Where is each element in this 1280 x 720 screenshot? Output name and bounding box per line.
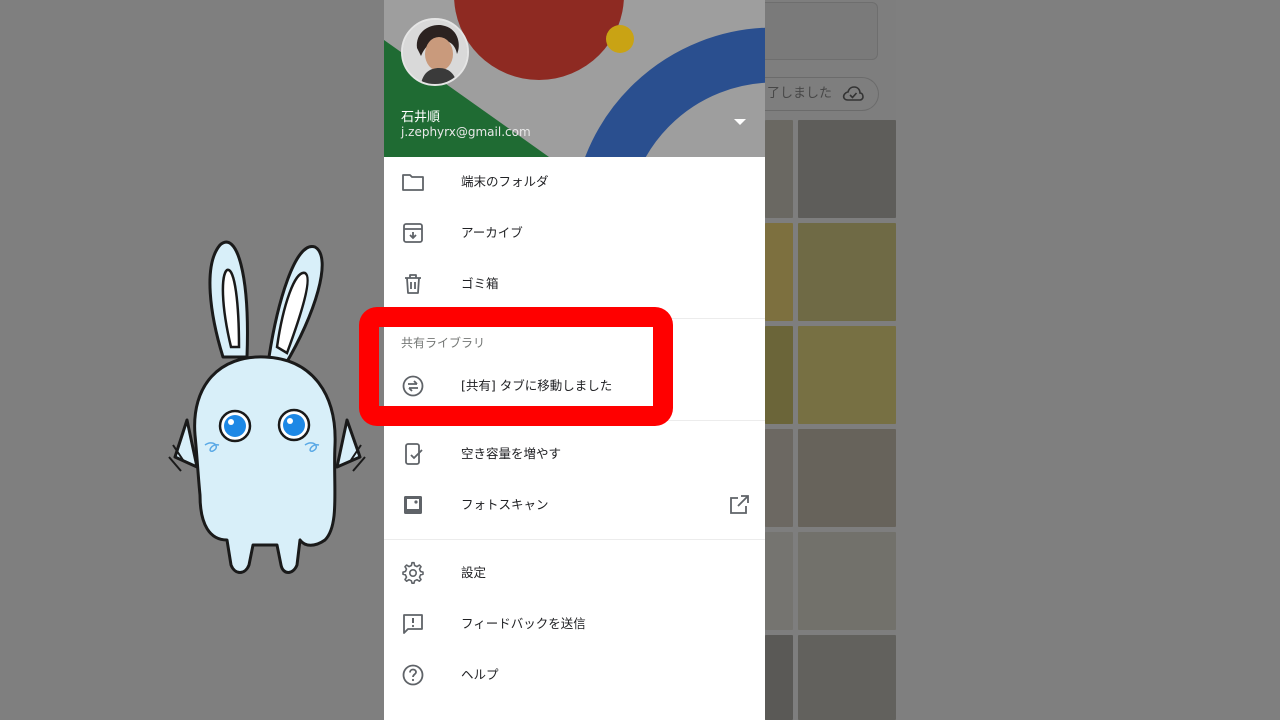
section-title-shared-library: 共有ライブラリ <box>401 336 486 350</box>
gear-icon <box>402 561 424 584</box>
menu-label: ヘルプ <box>461 667 499 682</box>
background-photo-grid <box>765 120 896 720</box>
menu-item-help[interactable]: ヘルプ <box>384 650 765 700</box>
menu-item-trash[interactable]: ゴミ箱 <box>384 259 765 309</box>
open-in-new-icon[interactable] <box>727 493 751 517</box>
shared-sync-icon <box>402 375 424 397</box>
menu-label: 設定 <box>461 565 487 580</box>
menu-label: ゴミ箱 <box>461 276 499 291</box>
background-status-chip: 了しました <box>765 77 879 111</box>
menu-label: フォトスキャン <box>461 497 549 512</box>
archive-icon <box>403 223 423 243</box>
menu-item-free-up-space[interactable]: 空き容量を増やす <box>384 429 765 479</box>
menu-label: フィードバックを送信 <box>461 616 586 631</box>
menu-label: 端末のフォルダ <box>461 174 549 189</box>
menu-item-device-folders[interactable]: 端末のフォルダ <box>384 157 765 207</box>
menu-label: [共有] タブに移動しました <box>461 378 613 393</box>
menu-label: アーカイブ <box>461 225 523 240</box>
account-email: j.zephyrx@gmail.com <box>401 125 531 139</box>
account-name: 石井順 <box>401 110 441 125</box>
drawer-header: 石井順 j.zephyrx@gmail.com <box>384 0 765 157</box>
feedback-icon <box>403 614 423 634</box>
menu-item-archive[interactable]: アーカイブ <box>384 208 765 258</box>
menu-label: 空き容量を増やす <box>461 446 562 461</box>
divider <box>384 420 765 421</box>
phone-check-icon <box>405 443 423 465</box>
menu-item-shared-moved[interactable]: [共有] タブに移動しました <box>384 361 765 411</box>
navigation-drawer: 石井順 j.zephyrx@gmail.com 端末のフォルダ アーカイブ ゴミ… <box>384 0 765 720</box>
menu-item-photoscan[interactable]: フォトスキャン <box>384 480 765 530</box>
trash-icon <box>405 274 421 294</box>
background-photos-app: 了しました <box>765 0 896 720</box>
chevron-down-icon[interactable] <box>733 117 747 127</box>
folder-icon <box>402 174 424 191</box>
background-search-bar <box>765 2 878 60</box>
menu-item-send-feedback[interactable]: フィードバックを送信 <box>384 599 765 649</box>
avatar-photo <box>403 20 467 84</box>
help-icon <box>402 664 424 686</box>
menu-item-settings[interactable]: 設定 <box>384 548 765 598</box>
background-status-text: 了しました <box>767 86 833 101</box>
photoscan-icon <box>404 496 422 514</box>
divider <box>384 318 765 319</box>
rabbit-mascot-illustration <box>168 240 366 574</box>
avatar[interactable] <box>401 18 469 86</box>
cloud-done-icon <box>842 86 864 101</box>
divider <box>384 539 765 540</box>
